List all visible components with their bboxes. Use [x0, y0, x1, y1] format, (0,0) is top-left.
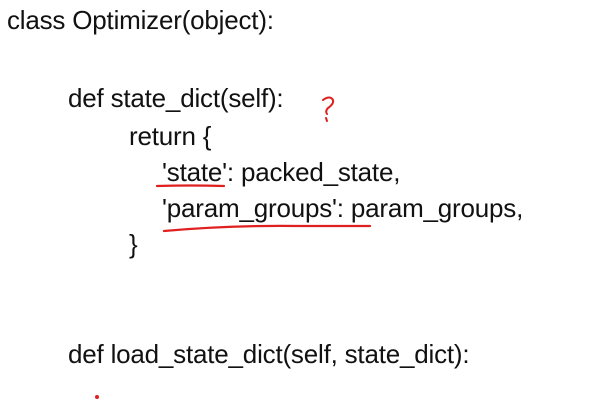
load-state-dict-def-line: def load_state_dict(self, state_dict):	[68, 339, 470, 369]
question-mark-scribble	[322, 96, 335, 122]
state-key: 'state'	[162, 157, 227, 187]
param-groups-key-underline	[162, 224, 372, 233]
state-value: : packed_state,	[226, 157, 401, 187]
param-groups-entry-line: 'param_groups': param_groups,	[162, 193, 523, 223]
state-entry-line: 'state': packed_state,	[162, 157, 400, 187]
param-groups-key: 'param_groups'	[162, 193, 337, 223]
class-declaration-line: class Optimizer(object):	[7, 5, 274, 35]
red-dot-mark	[95, 395, 99, 399]
return-line: return {	[129, 121, 212, 151]
param-groups-value: : param_groups,	[336, 193, 524, 223]
state-dict-def-line: def state_dict(self):	[68, 83, 284, 113]
closing-brace-line: }	[129, 229, 138, 259]
